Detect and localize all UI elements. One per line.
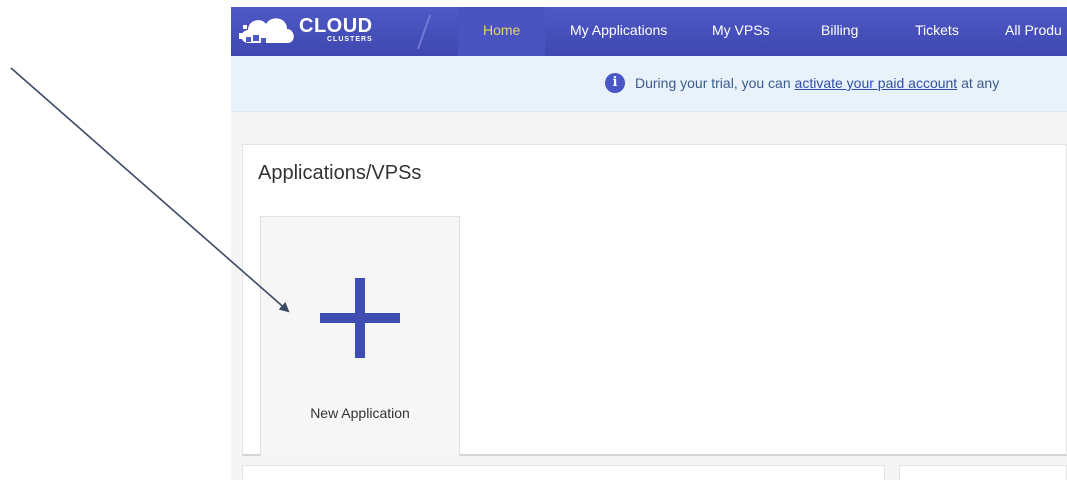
info-icon: i (605, 73, 625, 93)
screenshot-stage: CLOUD CLUSTERS Home My Applications My V… (0, 0, 1067, 480)
nav-item-my-vpss[interactable]: My VPSs (712, 7, 770, 56)
top-navbar: CLOUD CLUSTERS Home My Applications My V… (231, 7, 1067, 56)
panel-title: Applications/VPSs (258, 162, 422, 184)
nav-item-my-applications[interactable]: My Applications (570, 7, 667, 56)
browser-window: CLOUD CLUSTERS Home My Applications My V… (231, 7, 1067, 480)
plus-icon (320, 278, 400, 358)
nav-divider (417, 14, 431, 50)
activate-account-link[interactable]: activate your paid account (795, 75, 958, 91)
nav-item-billing[interactable]: Billing (821, 7, 858, 56)
brand-name: CLOUD (299, 15, 373, 37)
notice-suffix: at any (957, 75, 1000, 91)
notice-prefix: During your trial, you can (635, 75, 795, 91)
trial-notice-text: During your trial, you can activate your… (635, 75, 999, 91)
cloud-logo-icon (239, 18, 294, 43)
lower-card-right (899, 465, 1067, 480)
applications-panel: Applications/VPSs New Application (242, 144, 1067, 457)
nav-item-all-products[interactable]: All Produ (1005, 7, 1062, 56)
brand-subname: CLUSTERS (327, 36, 373, 43)
new-application-button[interactable]: New Application (260, 216, 460, 457)
nav-item-home[interactable]: Home (458, 7, 546, 56)
trial-notice-banner: i During your trial, you can activate yo… (231, 56, 1067, 112)
new-application-label: New Application (310, 405, 410, 421)
lower-card-left (242, 465, 885, 480)
nav-item-tickets[interactable]: Tickets (915, 7, 959, 56)
brand-logo[interactable]: CLOUD CLUSTERS (235, 11, 405, 49)
